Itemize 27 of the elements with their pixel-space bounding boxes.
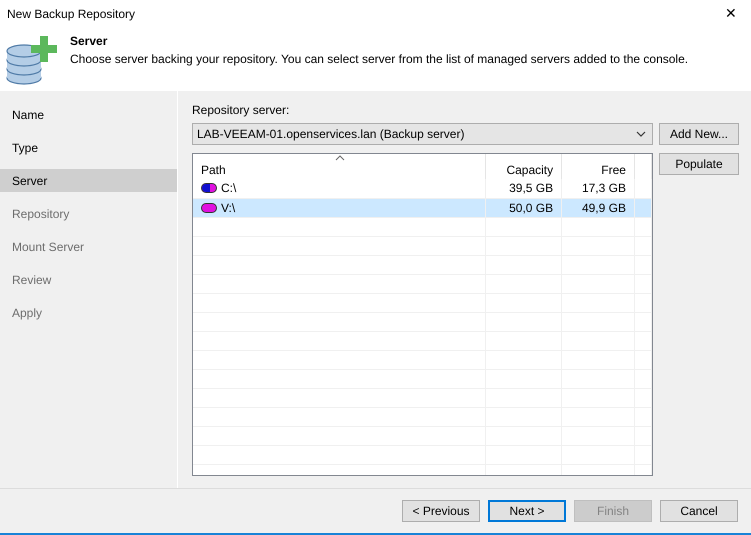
wizard-step[interactable]: Type (0, 136, 177, 160)
wizard-step[interactable]: Name (0, 103, 177, 126)
add-new-button[interactable]: Add New... (659, 123, 739, 146)
path-text: C:\ (221, 180, 236, 198)
step-title: Server (70, 33, 108, 50)
column-header[interactable]: Capacity (506, 162, 554, 177)
wizard-button[interactable]: Next > (488, 500, 566, 522)
path-text: V:\ (221, 200, 236, 217)
close-button[interactable]: ✕ (719, 3, 743, 24)
dropdown-value: LAB-VEEAM-01.openservices.lan (Backup server) (197, 126, 464, 144)
wizard-button[interactable]: < Previous (402, 500, 480, 522)
capacity-cell: 50,0 GB (509, 200, 554, 215)
wizard-button[interactable]: Cancel (660, 500, 738, 522)
capacity-cell: 39,5 GB (509, 181, 554, 196)
drive-usage-icon (201, 183, 217, 194)
window-title: New Backup Repository (7, 6, 136, 23)
field-label: Repository server: (192, 102, 290, 120)
server-dropdown[interactable]: LAB-VEEAM-01.openservices.lan (Backup server) (192, 123, 653, 146)
sort-caret-icon (335, 155, 345, 162)
wizard-step[interactable]: Server (0, 169, 177, 192)
populate-button[interactable]: Populate (659, 153, 739, 176)
step-description: Choose server backing your repository. You can select server from the list of managed servers added to the console. (70, 51, 688, 68)
column-header[interactable]: Free (601, 162, 626, 177)
free-space-cell: 49,9 GB (582, 200, 626, 215)
free-space-cell: 17,3 GB (582, 181, 626, 196)
column-header[interactable]: Path (201, 162, 226, 177)
chevron-down-icon (636, 131, 646, 138)
